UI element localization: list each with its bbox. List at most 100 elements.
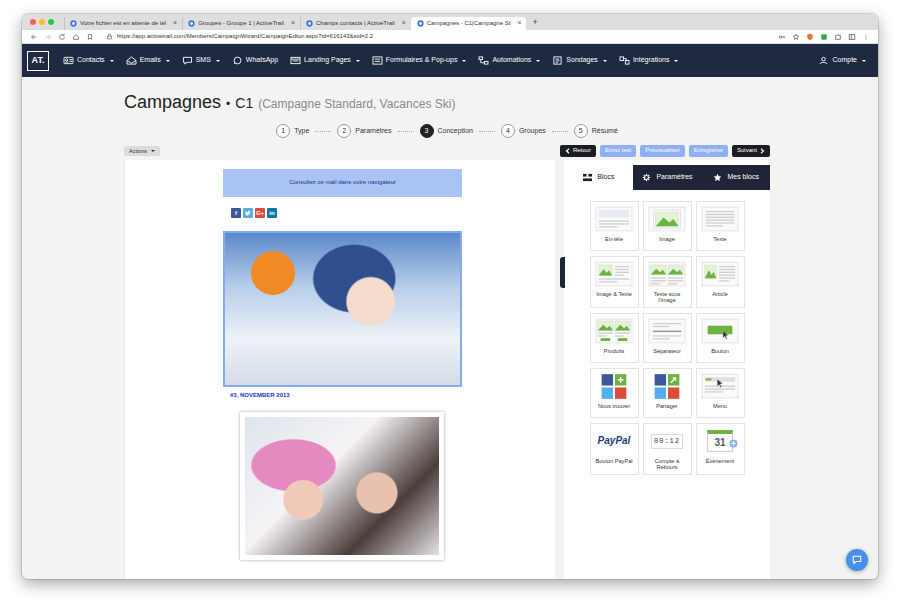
step-label[interactable]: Type: [294, 127, 309, 135]
step-label[interactable]: Conception: [438, 127, 473, 135]
wizard-step[interactable]: 5 Résumé: [574, 124, 618, 138]
facebook-glyph[interactable]: f: [235, 210, 237, 216]
linkedin-glyph[interactable]: in: [269, 210, 274, 216]
facebook-icon[interactable]: f: [231, 208, 241, 218]
step-label[interactable]: Paramètres: [355, 127, 391, 135]
button-label[interactable]: Prévisualiser: [645, 147, 679, 154]
google-glyph[interactable]: G+: [256, 210, 264, 216]
step-number[interactable]: 2: [337, 124, 351, 138]
step-label[interactable]: Groupes: [519, 127, 546, 135]
menu-label[interactable]: Automations: [492, 56, 531, 64]
zoom-window-button[interactable]: [48, 19, 54, 25]
button-label[interactable]: Envoi test: [605, 147, 631, 154]
menu-label[interactable]: Contacts: [77, 56, 105, 64]
block-label[interactable]: Événement: [706, 458, 734, 464]
block-tile[interactable]: Nous trouver: [590, 368, 639, 418]
tab-label[interactable]: Groupes - Groupe 1 | ActiveTrail: [198, 20, 284, 27]
toolbar-button[interactable]: Envoi test: [600, 145, 636, 157]
toolbar-button[interactable]: Enregistrer: [689, 145, 728, 157]
url-text[interactable]: https://app.activetrail.com/Members/Camp…: [117, 33, 373, 40]
new-tab-button[interactable]: +: [532, 17, 537, 28]
block-tile[interactable]: Image & Texte: [590, 256, 639, 308]
panel-tab-label[interactable]: Blocs: [597, 173, 614, 181]
menu-label[interactable]: Landing Pages: [304, 56, 351, 64]
block-label[interactable]: Produits: [604, 348, 625, 354]
menu-item[interactable]: Emails: [126, 56, 170, 65]
menu-item[interactable]: SMS: [182, 56, 220, 65]
browser-tab[interactable]: Groupes - Groupe 1 | ActiveTrail ×: [182, 17, 300, 30]
block-tile[interactable]: Partager: [643, 368, 692, 418]
block-label[interactable]: Texte: [713, 236, 726, 242]
block-label[interactable]: Bouton PayPal: [595, 458, 632, 464]
block-label[interactable]: Compte à Rebours: [645, 458, 690, 471]
close-tab-button[interactable]: ×: [402, 19, 406, 27]
tab-label[interactable]: Campagnes - C1|Campagne St: [427, 20, 511, 27]
step-label[interactable]: Résumé: [592, 127, 618, 135]
wizard-step[interactable]: 1 Type: [276, 124, 309, 138]
chat-button[interactable]: [846, 549, 868, 571]
step-number[interactable]: 5: [574, 124, 588, 138]
linkedin-icon[interactable]: in: [267, 208, 277, 218]
block-tile[interactable]: Article: [696, 256, 745, 308]
browser-link-block[interactable]: Consultez ce mail dans votre navigateur: [223, 169, 462, 197]
wizard-step[interactable]: 3 Conception: [420, 124, 473, 138]
menu-label[interactable]: WhatsApp: [246, 56, 278, 64]
menu-item[interactable]: Sondages: [552, 56, 607, 65]
block-tile[interactable]: Texte: [696, 201, 745, 251]
step-number[interactable]: 4: [501, 124, 515, 138]
tab-label[interactable]: Votre fichier est en attente de tél: [80, 20, 166, 27]
block-tile[interactable]: Bouton: [696, 313, 745, 363]
google-icon[interactable]: G+: [255, 208, 265, 218]
button-label[interactable]: Retour: [573, 147, 591, 154]
logo[interactable]: AT.: [27, 51, 49, 71]
panel-tab-label[interactable]: Mes blocs: [727, 173, 759, 181]
close-tab-button[interactable]: ×: [517, 19, 521, 27]
step-number[interactable]: 1: [276, 124, 290, 138]
menu-label[interactable]: Formulaires & Pop-ups: [386, 56, 458, 64]
menu-label[interactable]: Intégrations: [633, 56, 670, 64]
next-button[interactable]: Suivant: [732, 145, 770, 157]
block-tile[interactable]: En-tête: [590, 201, 639, 251]
block-label[interactable]: Séparateur: [653, 348, 681, 354]
block-label[interactable]: Bouton: [711, 348, 729, 354]
menu-item[interactable]: Automations: [478, 56, 540, 65]
twitter-icon[interactable]: [243, 208, 253, 218]
block-label[interactable]: Menu: [713, 403, 727, 409]
menu-label[interactable]: Emails: [140, 56, 161, 64]
step-number[interactable]: 3: [420, 124, 434, 138]
panel-toggle[interactable]: [560, 257, 565, 288]
block-tile[interactable]: Séparateur: [643, 313, 692, 363]
block-tile[interactable]: Image: [643, 201, 692, 251]
block-label[interactable]: Texte sous l'image: [645, 291, 690, 304]
panel-tab-label[interactable]: Paramètres: [656, 173, 692, 181]
tab-label[interactable]: Champs contacts | ActiveTrail: [316, 20, 395, 27]
browser-tab[interactable]: Votre fichier est en attente de tél ×: [64, 17, 182, 30]
browser-tab[interactable]: Campagnes - C1|Campagne St ×: [411, 17, 527, 30]
close-tab-button[interactable]: ×: [291, 19, 295, 27]
block-tile[interactable]: Produits: [590, 313, 639, 363]
panel-tab[interactable]: Blocs: [564, 165, 633, 190]
block-label[interactable]: Image & Texte: [596, 291, 632, 297]
block-tile[interactable]: 00:12Compte à Rebours: [643, 423, 692, 475]
menu-item[interactable]: WhatsApp: [232, 56, 278, 65]
actions-label[interactable]: Actions: [129, 148, 147, 155]
block-tile[interactable]: PayPalBouton PayPal: [590, 423, 639, 475]
block-tile[interactable]: 31Événement: [696, 423, 745, 475]
menu-item[interactable]: Intégrations: [619, 56, 679, 65]
account-menu[interactable]: Compte: [818, 56, 866, 65]
block-label[interactable]: Article: [712, 291, 728, 297]
close-window-button[interactable]: [30, 19, 36, 25]
block-label[interactable]: Partager: [656, 403, 677, 409]
block-tile[interactable]: Texte sous l'image: [643, 256, 692, 308]
toolbar-button[interactable]: Prévisualiser: [640, 145, 684, 157]
button-label[interactable]: Suivant: [737, 147, 757, 154]
hero-image[interactable]: [223, 231, 462, 387]
block-label[interactable]: Nous trouver: [598, 403, 630, 409]
actions-button[interactable]: Actions: [124, 146, 160, 157]
panel-tab[interactable]: Mes blocs: [701, 165, 770, 190]
menu-item[interactable]: Landing Pages: [290, 56, 360, 65]
close-tab-button[interactable]: ×: [173, 19, 177, 27]
block-label[interactable]: Image: [659, 236, 675, 242]
menu-item[interactable]: Contacts: [63, 56, 114, 65]
panel-tab[interactable]: Paramètres: [633, 165, 702, 190]
